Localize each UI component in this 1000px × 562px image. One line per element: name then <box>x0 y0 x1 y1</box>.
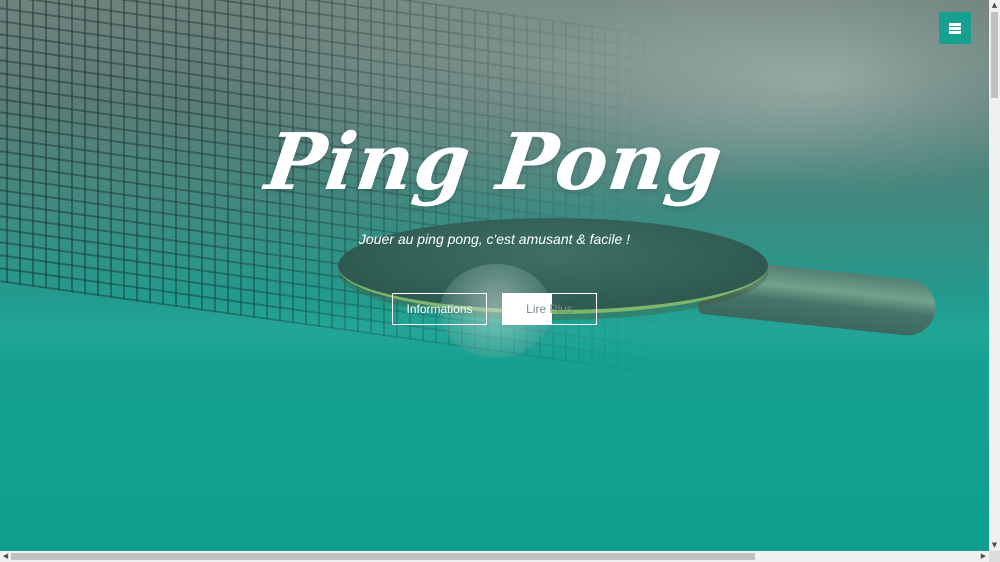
scroll-right-arrow-icon[interactable]: ▶ <box>978 551 989 562</box>
vertical-scrollbar[interactable]: ▲ ▼ <box>989 0 1000 551</box>
hero-subtitle: Jouer au ping pong, c'est amusant & faci… <box>358 231 631 247</box>
hamburger-menu-icon <box>949 22 961 34</box>
horizontal-scrollbar[interactable]: ◀ ▶ <box>0 551 989 562</box>
scroll-down-arrow-icon[interactable]: ▼ <box>989 540 1000 551</box>
horizontal-scrollbar-thumb[interactable] <box>11 553 755 560</box>
menu-toggle-button[interactable] <box>939 12 971 44</box>
hero-title: Ping Pong <box>260 117 729 208</box>
scrollbar-corner <box>989 551 1000 562</box>
hero-section: Ping Pong Jouer au ping pong, c'est amus… <box>0 0 989 551</box>
hero-content: Ping Pong Jouer au ping pong, c'est amus… <box>0 0 989 551</box>
browser-viewport: Ping Pong Jouer au ping pong, c'est amus… <box>0 0 1000 562</box>
scroll-left-arrow-icon[interactable]: ◀ <box>0 551 11 562</box>
vertical-scrollbar-thumb[interactable] <box>991 12 998 98</box>
informations-button[interactable]: Informations <box>392 293 487 325</box>
scroll-up-arrow-icon[interactable]: ▲ <box>989 0 1000 11</box>
lire-plus-button[interactable]: Lire Plus <box>502 293 597 325</box>
